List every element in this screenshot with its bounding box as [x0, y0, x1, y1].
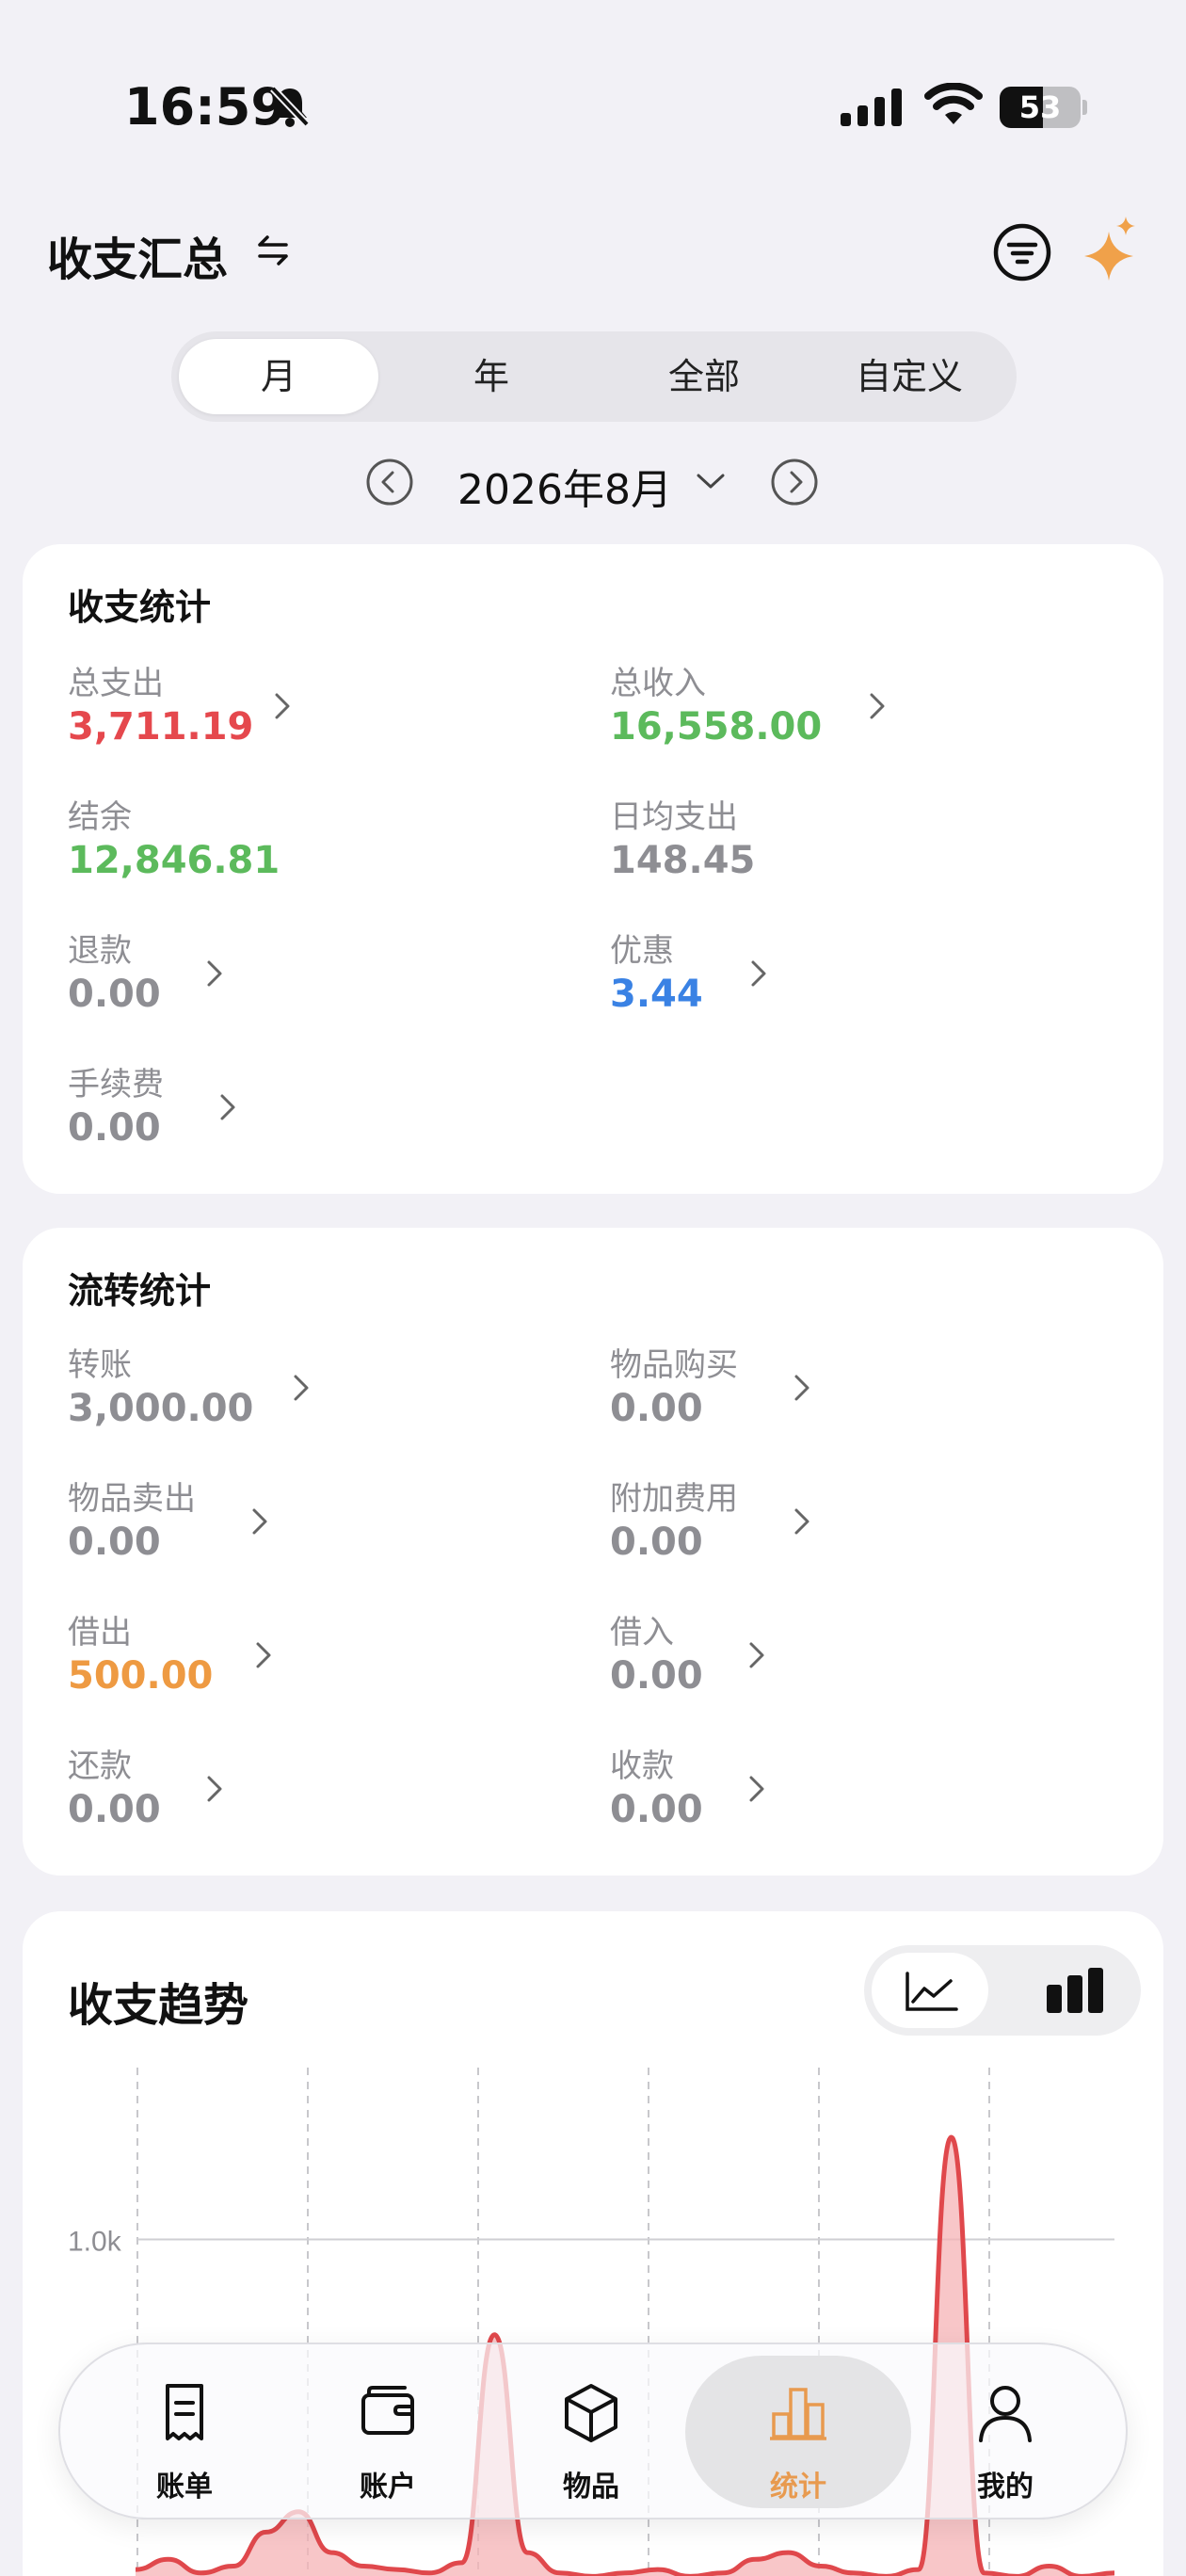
- line-chart-toggle[interactable]: [872, 1953, 988, 2028]
- bar-chart-toggle[interactable]: [1017, 1953, 1133, 2028]
- stat-value: 0.00: [610, 1387, 703, 1430]
- stat-fee[interactable]: 手续费 0.00: [68, 1058, 164, 1150]
- battery-percent: 53: [1018, 89, 1062, 125]
- stat-extra-fee[interactable]: 附加费用 0.00: [610, 1473, 738, 1564]
- stat-value: 3.44: [610, 973, 703, 1016]
- card-title: 收支统计: [68, 587, 212, 628]
- current-period[interactable]: 2026年8月: [457, 456, 672, 516]
- filter-icon[interactable]: [992, 222, 1052, 282]
- tab-accounts[interactable]: 账户: [294, 2344, 482, 2521]
- tab-custom[interactable]: 自定义: [809, 339, 1009, 414]
- stat-value: 0.00: [610, 1654, 703, 1698]
- stat-lend[interactable]: 借出 500.00: [68, 1606, 213, 1698]
- chevron-down-icon[interactable]: [695, 471, 727, 491]
- person-icon: [979, 2386, 1032, 2442]
- stat-transfer[interactable]: 转账 3,000.00: [68, 1339, 253, 1430]
- chart-type-toggle: [864, 1945, 1141, 2036]
- stat-collection[interactable]: 收款 0.00: [610, 1740, 703, 1831]
- stat-value: 0.00: [68, 1788, 161, 1831]
- receipt-icon: [166, 2384, 203, 2440]
- sparkle-icon[interactable]: [1079, 215, 1141, 282]
- stat-total-expense[interactable]: 总支出 3,711.19: [68, 657, 253, 749]
- stat-borrow[interactable]: 借入 0.00: [610, 1606, 703, 1698]
- stat-total-income[interactable]: 总收入 16,558.00: [610, 657, 822, 749]
- chevron-right-icon[interactable]: [203, 957, 226, 990]
- stat-daily-average: 日均支出 148.45: [610, 798, 756, 882]
- bottom-tab-bar: 账单 账户 物品 统计 我的: [58, 2343, 1128, 2520]
- status-bar: 16:59 53: [0, 0, 1186, 217]
- page-title: 收支汇总: [47, 233, 229, 286]
- tab-stats[interactable]: 统计: [704, 2344, 892, 2521]
- card-title: 流转统计: [68, 1270, 212, 1312]
- stat-balance: 结余 12,846.81: [68, 798, 280, 882]
- stat-value: 500.00: [68, 1654, 214, 1698]
- flow-stats-card: 流转统计 转账 3,000.00 物品购买 0.00 物品卖出 0.00 附加费…: [23, 1228, 1163, 1876]
- chevron-right-icon[interactable]: [745, 1638, 768, 1672]
- tab-profile[interactable]: 我的: [911, 2344, 1099, 2521]
- tab-year[interactable]: 年: [392, 339, 591, 414]
- chevron-right-icon[interactable]: [248, 1505, 271, 1538]
- signal-icon: [841, 89, 902, 126]
- wallet-icon: [361, 2386, 414, 2435]
- chevron-right-icon[interactable]: [791, 1371, 813, 1405]
- stats-icon: [770, 2388, 826, 2440]
- box-icon: [565, 2384, 617, 2442]
- bar-chart-icon: [1047, 1968, 1103, 2013]
- stat-repayment[interactable]: 还款 0.00: [68, 1740, 161, 1831]
- income-expense-card: 收支统计 总支出 3,711.19 总收入 16,558.00 结余 12,84…: [23, 544, 1163, 1194]
- line-chart-icon: [906, 1972, 958, 2011]
- wifi-icon: [924, 83, 983, 124]
- prev-month-icon[interactable]: [365, 458, 414, 507]
- stat-item-sale[interactable]: 物品卖出 0.00: [68, 1473, 196, 1564]
- chevron-right-icon[interactable]: [791, 1505, 813, 1538]
- stat-value: 3,711.19: [68, 705, 254, 749]
- stat-refund[interactable]: 退款 0.00: [68, 925, 161, 1016]
- stat-value: 0.00: [610, 1788, 703, 1831]
- stat-value: 0.00: [610, 1521, 703, 1564]
- chevron-right-icon[interactable]: [866, 689, 889, 723]
- stat-value: 148.45: [610, 839, 756, 882]
- stat-value: 0.00: [68, 1521, 161, 1564]
- stat-discount[interactable]: 优惠 3.44: [610, 925, 703, 1016]
- chevron-right-icon[interactable]: [290, 1371, 313, 1405]
- next-month-icon[interactable]: [770, 458, 819, 507]
- chevron-right-icon[interactable]: [216, 1090, 239, 1124]
- stat-value: 3,000.00: [68, 1387, 254, 1430]
- chevron-right-icon[interactable]: [203, 1772, 226, 1806]
- stat-item-purchase[interactable]: 物品购买 0.00: [610, 1339, 738, 1430]
- stat-value: 0.00: [68, 973, 161, 1016]
- swap-icon[interactable]: [252, 230, 294, 271]
- stat-value: 12,846.81: [68, 839, 280, 882]
- tab-month[interactable]: 月: [179, 339, 378, 414]
- card-title: 收支趋势: [68, 1979, 249, 2032]
- battery-indicator: 53: [1000, 87, 1087, 128]
- stat-value: 0.00: [68, 1106, 161, 1150]
- tab-items[interactable]: 物品: [497, 2344, 685, 2521]
- chevron-right-icon[interactable]: [747, 957, 770, 990]
- bell-slash-icon: [270, 86, 310, 127]
- stat-value: 16,558.00: [610, 705, 823, 749]
- tab-all[interactable]: 全部: [604, 339, 804, 414]
- chevron-right-icon[interactable]: [745, 1772, 768, 1806]
- period-segmented-control: 月 年 全部 自定义: [171, 331, 1017, 422]
- chevron-right-icon[interactable]: [271, 689, 294, 723]
- status-time: 16:59: [124, 77, 286, 137]
- tab-bills[interactable]: 账单: [90, 2344, 279, 2521]
- chart-ytick-label: 1.0k: [68, 2226, 122, 2257]
- chevron-right-icon[interactable]: [252, 1638, 275, 1672]
